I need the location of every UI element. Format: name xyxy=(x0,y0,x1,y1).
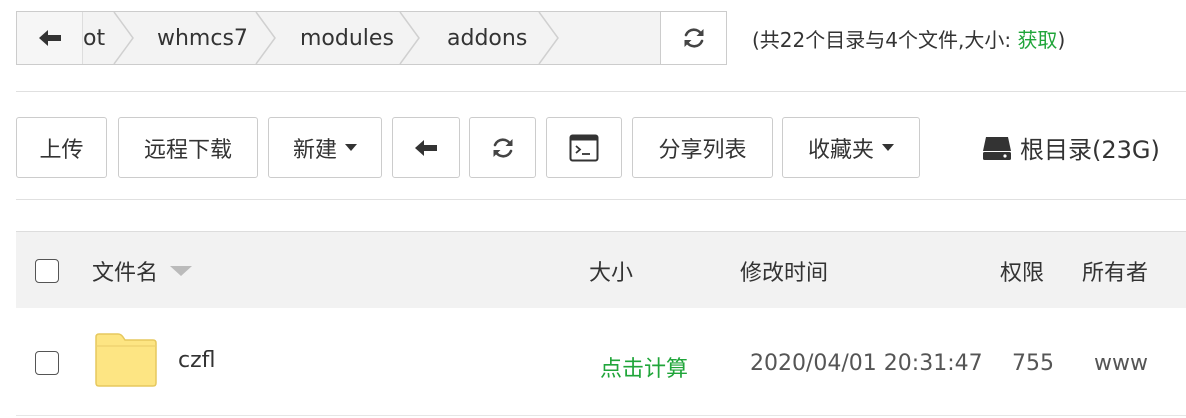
back-arrow-icon xyxy=(415,139,437,156)
table-header: 文件名 大小 修改时间 权限 所有者 xyxy=(16,231,1186,308)
breadcrumb-item[interactable]: modules xyxy=(300,12,394,64)
permission[interactable]: 755 xyxy=(1012,351,1054,376)
terminal-button[interactable] xyxy=(546,117,622,178)
column-header-mtime[interactable]: 修改时间 xyxy=(740,232,828,309)
disk-label: 根目录(23G) xyxy=(1020,136,1160,164)
column-header-owner: 所有者 xyxy=(1082,260,1149,286)
terminal-icon xyxy=(569,134,599,161)
refresh-button[interactable] xyxy=(469,117,536,178)
path-back-button[interactable] xyxy=(17,12,83,64)
directory-summary: (共22个目录与4个文件,大小: 获取) xyxy=(752,24,1065,53)
new-label: 新建 xyxy=(292,137,337,163)
calculate-size-link[interactable]: 点击计算 xyxy=(600,351,688,383)
breadcrumb-separator xyxy=(399,12,421,64)
file-name[interactable]: czfl xyxy=(178,348,216,373)
modified-time: 2020/04/01 20:31:47 xyxy=(750,351,983,376)
breadcrumb: ot whmcs7 modules addons xyxy=(83,12,660,64)
disk-selector[interactable]: 根目录(23G) xyxy=(982,130,1160,165)
table-row[interactable]: czfl 点击计算 2020/04/01 20:31:47 755 www xyxy=(16,308,1186,416)
summary-close: ) xyxy=(1057,28,1066,52)
select-all-checkbox[interactable] xyxy=(35,259,59,283)
column-header-size[interactable]: 大小 xyxy=(589,232,633,309)
refresh-icon xyxy=(493,137,512,158)
divider xyxy=(16,199,1186,200)
column-name-label: 文件名 xyxy=(92,260,159,286)
row-checkbox[interactable] xyxy=(35,351,59,375)
breadcrumb-separator xyxy=(538,12,560,64)
breadcrumb-item[interactable]: ot xyxy=(83,12,105,64)
get-size-link[interactable]: 获取 xyxy=(1017,28,1057,52)
share-list-button[interactable]: 分享列表 xyxy=(632,117,773,178)
path-bar: ot whmcs7 modules addons xyxy=(16,11,727,65)
disk-icon xyxy=(983,136,1011,160)
sort-icon[interactable] xyxy=(170,265,193,276)
remote-download-label: 远程下载 xyxy=(143,137,232,163)
favorites-label: 收藏夹 xyxy=(807,137,874,163)
remote-download-button[interactable]: 远程下载 xyxy=(118,117,258,178)
path-refresh-button[interactable] xyxy=(660,12,726,64)
breadcrumb-separator xyxy=(113,12,135,64)
refresh-icon xyxy=(684,28,703,48)
column-header-perm: 权限 xyxy=(1000,260,1045,286)
owner[interactable]: www xyxy=(1094,351,1148,376)
column-header-name[interactable]: 文件名 xyxy=(92,232,193,309)
divider xyxy=(16,91,1186,92)
back-arrow-icon xyxy=(38,30,61,46)
chevron-down-icon xyxy=(345,144,357,151)
breadcrumb-item[interactable]: whmcs7 xyxy=(157,12,248,64)
summary-text: (共22个目录与4个文件,大小: xyxy=(752,28,1018,52)
upload-label: 上传 xyxy=(39,137,84,163)
upload-button[interactable]: 上传 xyxy=(16,117,107,178)
back-button[interactable] xyxy=(392,117,460,178)
favorites-dropdown-button[interactable]: 收藏夹 xyxy=(782,117,920,178)
folder-icon xyxy=(95,333,157,387)
chevron-down-icon xyxy=(882,144,894,151)
share-list-label: 分享列表 xyxy=(658,137,747,163)
breadcrumb-item[interactable]: addons xyxy=(447,12,527,64)
new-dropdown-button[interactable]: 新建 xyxy=(268,117,382,178)
breadcrumb-separator xyxy=(255,12,277,64)
